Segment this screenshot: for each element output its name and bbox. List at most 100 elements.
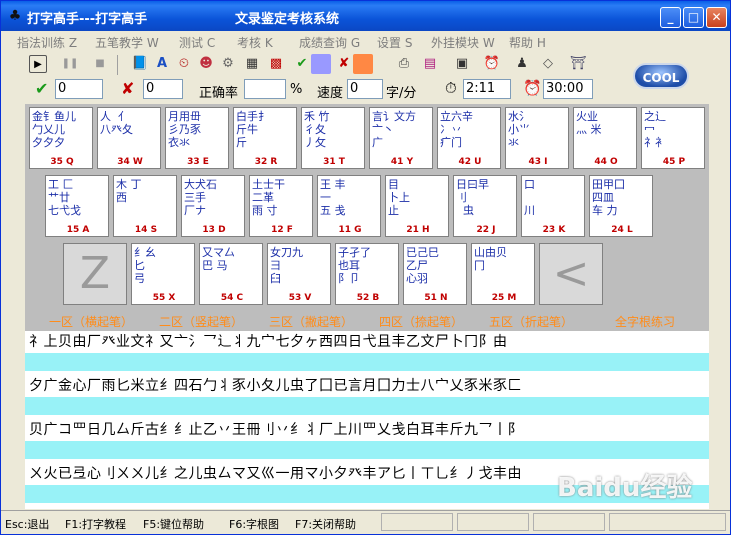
exit-door-icon[interactable]: ⛩ [569, 55, 587, 73]
zone-3-label[interactable]: 三区（撇起笔） [269, 313, 353, 330]
close-button[interactable]: ✕ [706, 7, 727, 28]
key-radicals: 口 川 [524, 178, 535, 217]
keyboard-key[interactable]: 禾 竹 彳夂 丿攵 31 T [301, 107, 365, 169]
key-code: 41 Y [390, 157, 414, 167]
key-radicals: 纟幺 匕 弓 [134, 246, 156, 285]
all-roots-practice-label[interactable]: 全字根练习 [615, 313, 675, 330]
print-icon[interactable]: ⎙ [395, 55, 413, 73]
key-radicals: 水氵 小⺌ 氺 [508, 110, 530, 149]
keyboard-key[interactable]: 田甲囗 四皿 车 力 24 L [589, 175, 653, 237]
keyboard-key[interactable]: 大犬石 三手 厂ナ 13 D [181, 175, 245, 237]
key-code: 12 F [271, 225, 293, 235]
play-icon[interactable]: ▶ [29, 55, 47, 73]
key-code: 45 P [662, 157, 686, 167]
zone-2-label[interactable]: 二区（竖起笔） [159, 313, 243, 330]
percent-label: % [290, 82, 303, 97]
menu-help[interactable]: 帮助 H [509, 34, 546, 51]
color-swatch-blue[interactable] [311, 54, 331, 74]
key-code: 34 W [117, 157, 143, 167]
app-title: 打字高手---打字高手 [27, 12, 148, 27]
menu-test[interactable]: 测试 C [179, 34, 215, 51]
keyboard-key[interactable]: 火业 灬 米 44 O [573, 107, 637, 169]
color-grid-icon[interactable]: ▩ [267, 55, 285, 73]
pause-icon[interactable]: ❚❚ [61, 55, 79, 73]
keyboard-key[interactable]: Z [63, 243, 127, 305]
practice-text-row: 礻上贝由厂癶业文礻又亠氵乛辶丬九宀七夕ヶ西四日弋且丰乙文尸卜冂阝由 [29, 334, 508, 350]
key-radicals: 工 匚 艹廿 七弋戈 [48, 178, 81, 217]
keyboard-key[interactable]: 纟幺 匕 弓 55 X [131, 243, 195, 305]
key-code: 55 X [152, 293, 176, 303]
keyboard-key[interactable]: 言讠文方 亠丶 广 41 Y [369, 107, 433, 169]
baidu-watermark: Baidu经验 [557, 473, 693, 503]
film-icon[interactable]: ▦ [243, 55, 261, 73]
eraser-icon[interactable]: ◇ [539, 55, 557, 73]
keyboard-key[interactable]: 水氵 小⺌ 氺 43 I [505, 107, 569, 169]
menu-wubi-teaching[interactable]: 五笔教学 W [95, 34, 159, 51]
keyboard-key[interactable]: 又マ厶 巴 马 54 C [199, 243, 263, 305]
stop-icon[interactable]: ■ [91, 55, 109, 73]
keyboard-key[interactable]: 女刀九 彐 臼 53 V [267, 243, 331, 305]
x-mark-icon[interactable]: ✘ [335, 55, 353, 73]
key-radicals: 子孑了 也耳 阝卩 [338, 246, 371, 285]
menu-plugins[interactable]: 外挂模块 W [431, 34, 495, 51]
book-icon[interactable]: 📘 [131, 55, 149, 73]
zone-5-label[interactable]: 五区（折起笔） [489, 313, 573, 330]
practice-input-row[interactable] [25, 441, 709, 459]
color-swatch-orange[interactable] [353, 54, 373, 74]
key-code: 21 H [406, 225, 430, 235]
keyboard-key[interactable]: 口 川 23 K [521, 175, 585, 237]
keyboard-key[interactable]: < , [539, 243, 603, 305]
keyboard-key[interactable]: 白手扌 斤牛 斤 32 R [233, 107, 297, 169]
status-esc: Esc:退出 [5, 518, 50, 531]
zone-header: 一区（横起笔） 二区（竖起笔） 三区（撇起笔） 四区（捺起笔） 五区（折起笔） … [25, 311, 709, 331]
keyboard-key[interactable]: 人 亻 八癶夂 34 W [97, 107, 161, 169]
key-code: 11 G [338, 225, 362, 235]
status-f5: F5:键位帮助 [143, 518, 205, 531]
key-code: 44 O [594, 157, 618, 167]
menu-exam[interactable]: 考核 K [237, 34, 273, 51]
key-radicals: 禾 竹 彳夂 丿攵 [304, 110, 330, 149]
minimize-button[interactable]: _ [660, 7, 681, 28]
toolbar: ▶ ❚❚ ■ 📘 A ⏲ ☻ ⚙ ▦ ▩ ✔ ✘ ⎙ ▤ ▣ ⏰ ♟ ◇ ⛩ ✔… [1, 51, 730, 105]
maximize-button[interactable]: □ [683, 7, 704, 28]
stopwatch-icon: ⏱ [445, 79, 457, 97]
practice-input-row[interactable] [25, 397, 709, 415]
menu-finger-training[interactable]: 指法训练 Z [17, 34, 77, 51]
keyboard-key[interactable]: 金钅鱼儿 勹乂儿 夕夕夕 35 Q [29, 107, 93, 169]
accuracy-label: 正确率 [199, 86, 239, 101]
user-icon[interactable]: ♟ [513, 55, 531, 73]
keyboard-key[interactable]: 王 丰 一 五 戋 11 G [317, 175, 381, 237]
keyboard-key[interactable]: 已己巳 乙尸 心羽 51 N [403, 243, 467, 305]
zone-4-label[interactable]: 四区（捺起笔） [379, 313, 463, 330]
menu-settings[interactable]: 设置 S [377, 34, 412, 51]
cool-button[interactable]: COOL [633, 63, 689, 89]
zone-1-label[interactable]: 一区（横起笔） [49, 313, 133, 330]
practice-text-row: 贝广コ罒日几厶斤古纟纟止乙丷王冊刂丷纟丬厂上川罒乂戋白耳丰斤九乛丨阝 [29, 422, 522, 438]
key-code: 42 U [458, 157, 482, 167]
key-code: 22 J [476, 225, 496, 235]
alarm-icon[interactable]: ⏰ [483, 55, 501, 73]
keyboard-key[interactable]: 月用毌 彡乃豕 衣氺 33 E [165, 107, 229, 169]
practice-input-row[interactable] [25, 353, 709, 371]
keyboard-key[interactable]: 土士干 二革 雨 寸 12 F [249, 175, 313, 237]
keyboard-key[interactable]: 木 丁 西 14 S [113, 175, 177, 237]
keyboard-key[interactable]: 子孑了 也耳 阝卩 52 B [335, 243, 399, 305]
keyboard-key[interactable]: 山由贝 冂 25 M [471, 243, 535, 305]
keyboard-key[interactable]: 工 匚 艹廿 七弋戈 15 A [45, 175, 109, 237]
font-a-icon[interactable]: A [153, 55, 171, 73]
keyboard-key[interactable]: 之辶 冖 礻衤 45 P [641, 107, 705, 169]
keyboard-key[interactable]: 日曰早 刂 虫 22 J [453, 175, 517, 237]
card-icon[interactable]: ▤ [421, 55, 439, 73]
people-icon[interactable]: ☻ [197, 55, 215, 73]
menu-score-query[interactable]: 成绩查询 G [299, 34, 360, 51]
window-icon[interactable]: ▣ [453, 55, 471, 73]
status-panel [533, 513, 605, 531]
gear-icon[interactable]: ⚙ [219, 55, 237, 73]
check-icon[interactable]: ✔ [293, 55, 311, 73]
keyboard-key[interactable]: 立六辛 冫丷 疒门 42 U [437, 107, 501, 169]
timer-icon[interactable]: ⏲ [175, 55, 193, 73]
practice-text-row: 夕广金心厂雨匕米立纟四石勹丬豕小夂儿虫了囗已言月囗力士八宀乂豕米豕匚 [29, 378, 522, 394]
correct-icon: ✔ [35, 79, 49, 98]
keyboard-key[interactable]: 目 卜上 止 21 H [385, 175, 449, 237]
key-radicals: 女刀九 彐 臼 [270, 246, 303, 285]
